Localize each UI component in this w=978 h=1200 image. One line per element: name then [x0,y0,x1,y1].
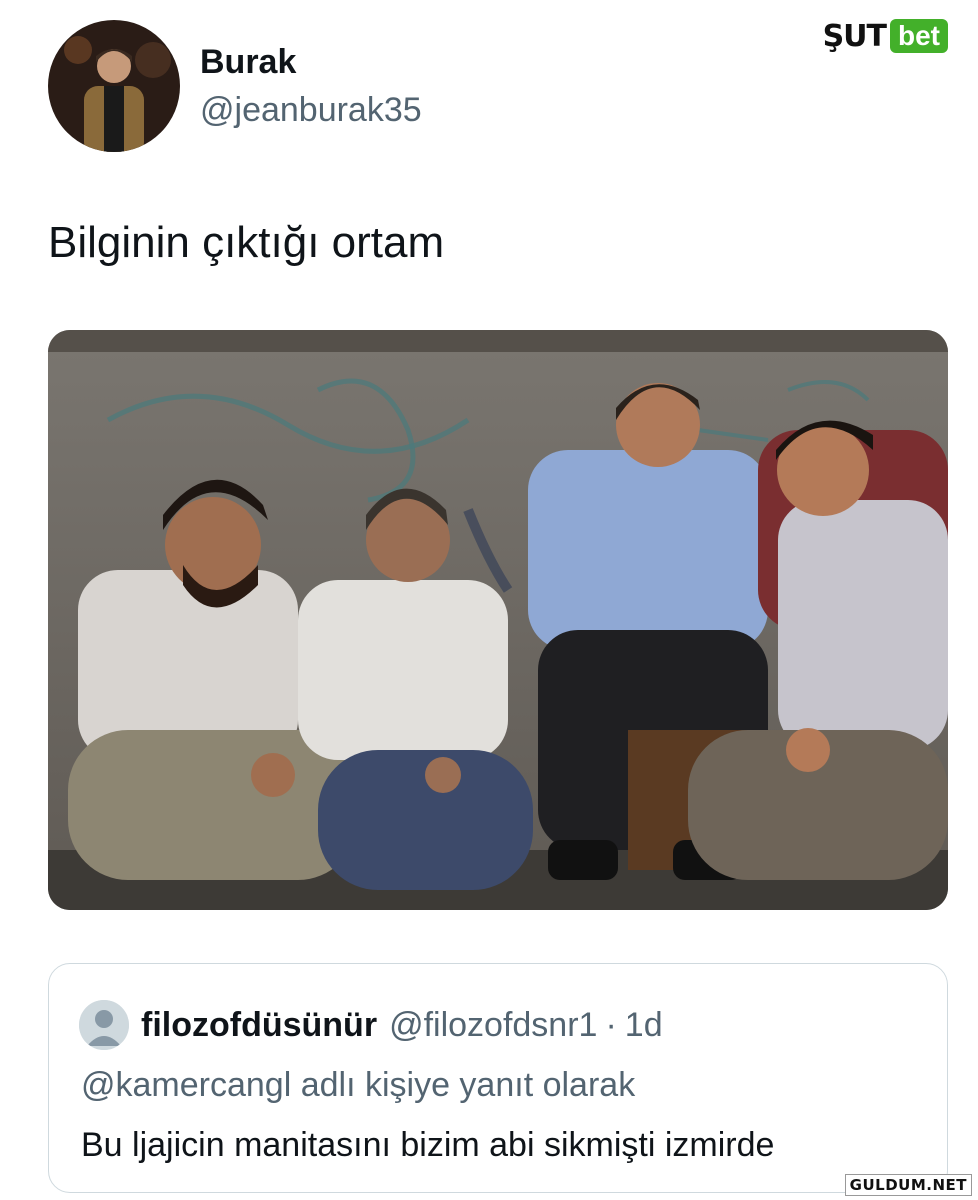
quoted-tweet-header: filozofdüsünür @filozofdsnr1 · 1d [79,1000,663,1050]
brand-logo-bet: bet [890,19,948,53]
quoted-author-name[interactable]: filozofdüsünür [141,1006,377,1045]
tweet-photo[interactable] [48,330,948,910]
quoted-tweet[interactable]: filozofdüsünür @filozofdsnr1 · 1d @kamer… [48,963,948,1193]
brand-logo: ŞUT bet [823,18,948,54]
photo-four-men-crouching [48,330,948,910]
author-avatar[interactable] [48,20,180,152]
tweet-header: Burak @jeanburak35 [48,20,422,152]
brand-logo-sut: ŞUT [822,18,887,54]
quoted-author-handle[interactable]: @filozofdsnr1 [389,1006,597,1045]
reply-context[interactable]: @kamercangl adlı kişiye yanıt olarak [81,1066,635,1105]
author-name[interactable]: Burak [200,42,422,82]
watermark: GULDUM.NET [844,1174,972,1196]
tweet-text: Bilginin çıktığı ortam [48,218,445,267]
author-handle[interactable]: @jeanburak35 [200,90,422,130]
separator-dot: · [605,1005,617,1044]
default-avatar-icon[interactable] [79,1000,129,1050]
quoted-tweet-text: Bu ljajicin manitasını bizim abi sikmişt… [81,1126,775,1164]
quoted-timestamp[interactable]: 1d [625,1006,663,1045]
